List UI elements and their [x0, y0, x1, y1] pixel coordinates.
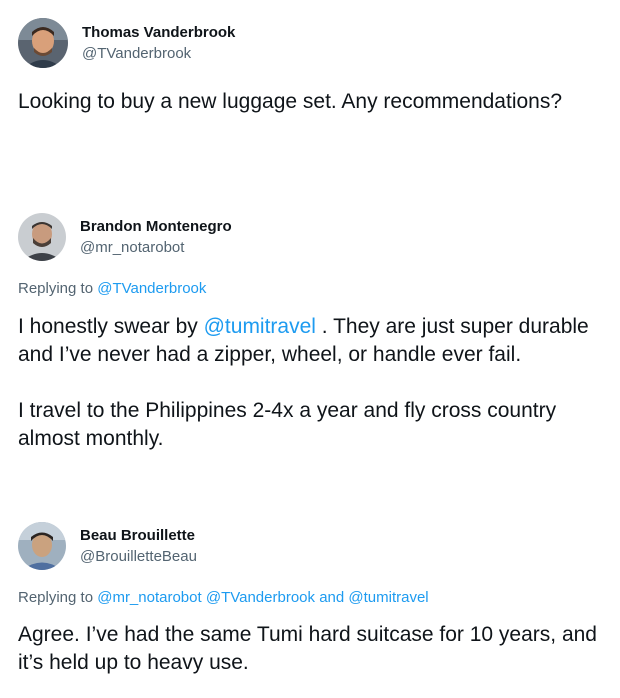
replying-to-line: Replying to @TVanderbrook	[18, 279, 608, 298]
mention-link[interactable]: @tumitravel	[204, 315, 316, 338]
tweet-1: Thomas Vanderbrook @TVanderbrook Looking…	[18, 18, 608, 116]
mention-link[interactable]: @mr_notarobot	[97, 589, 201, 606]
author-display-name[interactable]: Beau Brouillette	[80, 526, 197, 545]
tweet-3: Beau Brouillette @BrouilletteBeau Replyi…	[18, 522, 608, 677]
author-names: Beau Brouillette @BrouilletteBeau	[80, 526, 197, 566]
tweet-text: Agree. I’ve had the same Tumi hard suitc…	[18, 621, 608, 677]
avatar[interactable]	[18, 213, 66, 261]
author-names: Brandon Montenegro @mr_notarobot	[80, 217, 232, 257]
replying-to-label: Replying to	[18, 280, 94, 297]
author-names: Thomas Vanderbrook @TVanderbrook	[82, 23, 235, 63]
replying-to-label: Replying to	[18, 589, 94, 606]
tweet-paragraph: Agree. I’ve had the same Tumi hard suitc…	[18, 623, 597, 674]
mention-link[interactable]: @TVanderbrook	[97, 280, 206, 297]
avatar[interactable]	[18, 18, 68, 68]
tweet-paragraph: I honestly swear by @tumitravel . They a…	[18, 313, 608, 369]
author-display-name[interactable]: Thomas Vanderbrook	[82, 23, 235, 42]
tweet-2-author-row: Brandon Montenegro @mr_notarobot	[18, 213, 608, 261]
tweet-paragraph: I travel to the Philippines 2-4x a year …	[18, 399, 557, 450]
tweet-paragraph: Looking to buy a new luggage set. Any re…	[18, 90, 563, 113]
tweet-text: Looking to buy a new luggage set. Any re…	[18, 88, 608, 116]
text-segment: I honestly swear by	[18, 315, 198, 338]
replying-and-text: and	[319, 589, 345, 606]
tweet-2: Brandon Montenegro @mr_notarobot Replyin…	[18, 213, 608, 453]
author-handle[interactable]: @mr_notarobot	[80, 238, 232, 257]
tweet-3-author-row: Beau Brouillette @BrouilletteBeau	[18, 522, 608, 570]
author-handle[interactable]: @TVanderbrook	[82, 44, 235, 63]
author-display-name[interactable]: Brandon Montenegro	[80, 217, 232, 236]
tweet-text: I honestly swear by @tumitravel . They a…	[18, 313, 608, 453]
replying-to-line: Replying to @mr_notarobot @TVanderbrook …	[18, 588, 608, 607]
author-handle[interactable]: @BrouilletteBeau	[80, 547, 197, 566]
tweet-1-author-row: Thomas Vanderbrook @TVanderbrook	[18, 18, 608, 68]
avatar[interactable]	[18, 522, 66, 570]
mention-link[interactable]: @tumitravel	[348, 589, 428, 606]
mention-link[interactable]: @TVanderbrook	[206, 589, 315, 606]
